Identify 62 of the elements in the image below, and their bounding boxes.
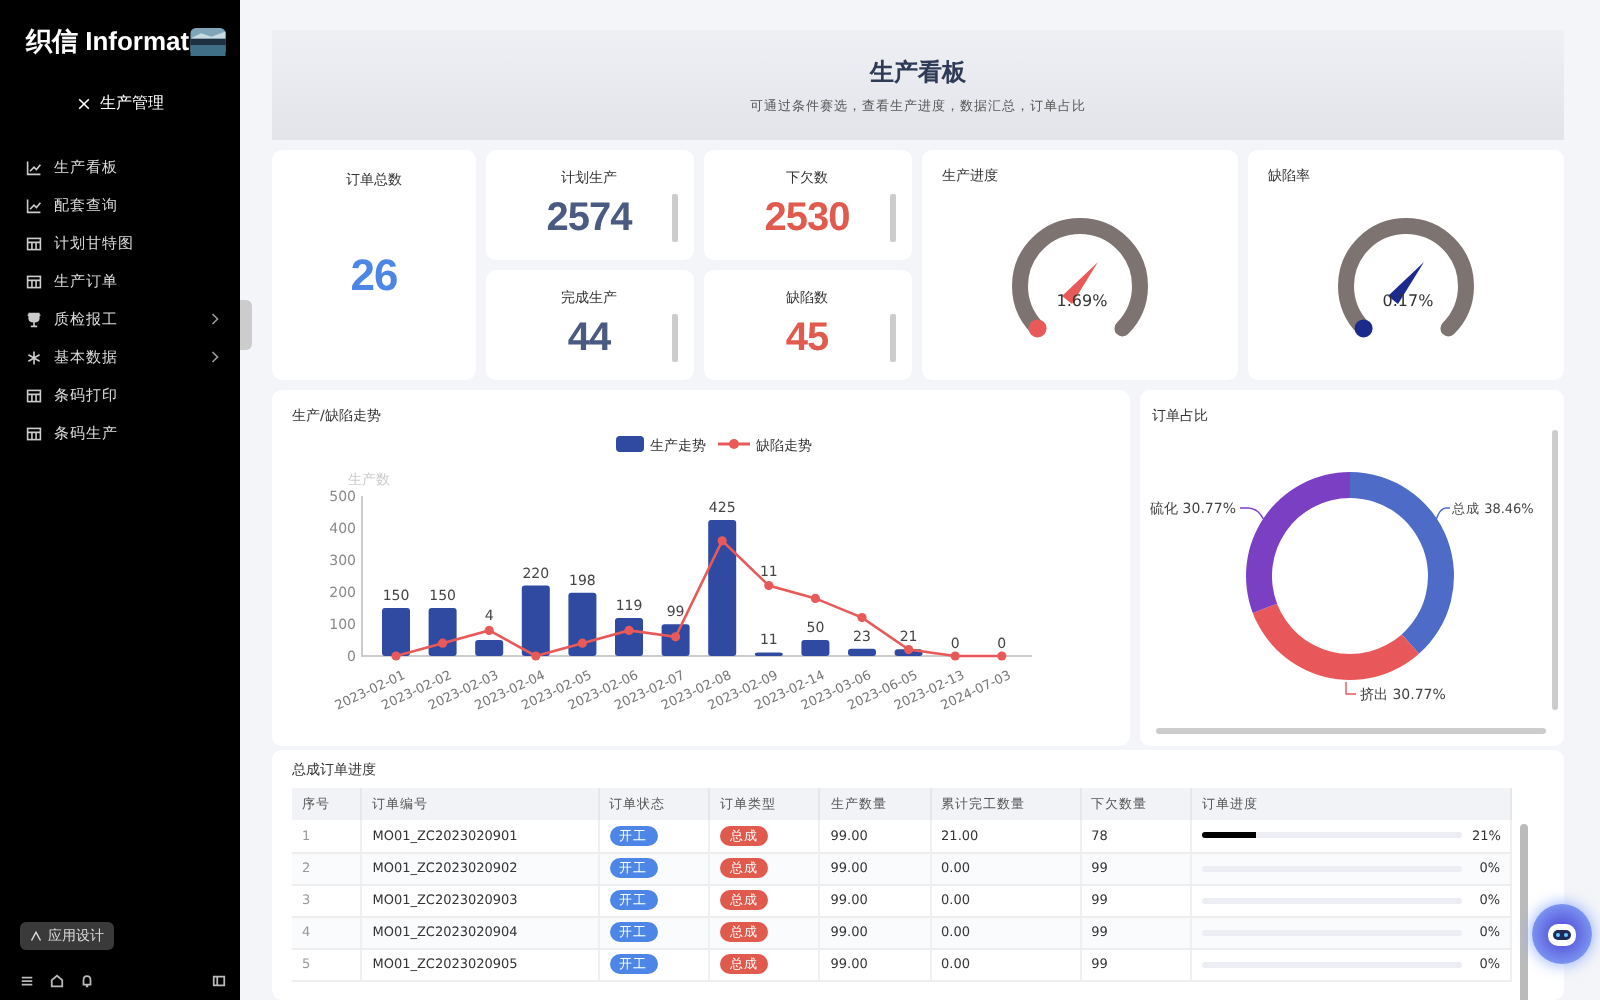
bar	[801, 640, 830, 656]
line-point	[717, 536, 727, 546]
bar	[708, 520, 737, 656]
scrollbar[interactable]	[1520, 824, 1528, 1000]
stat-value: 45	[783, 316, 831, 362]
line-point	[950, 651, 960, 661]
scrollbar[interactable]	[1552, 430, 1558, 710]
gauge-reading: 0.17%	[1382, 291, 1434, 309]
line-point	[484, 625, 494, 635]
table-icon	[26, 235, 42, 251]
bar	[615, 617, 643, 656]
leader-line	[1345, 681, 1357, 695]
leader-line	[1435, 507, 1451, 521]
table-icon	[26, 273, 42, 289]
gauge-reading: 1.69%	[1056, 291, 1108, 309]
stat-value: 2574	[544, 196, 635, 242]
table-icon	[26, 425, 42, 441]
line-point	[624, 625, 634, 635]
brand-logo: 织信 Informat	[26, 24, 190, 60]
line-chart-icon	[26, 159, 42, 175]
line-point	[577, 638, 587, 648]
vertical-bar	[672, 313, 678, 361]
stat-value: 2530	[762, 196, 852, 242]
page-title: 生产看板	[870, 55, 966, 89]
bar	[521, 585, 550, 656]
gauge-start-dot	[1354, 318, 1373, 337]
vertical-bar	[672, 193, 678, 241]
list-icon[interactable]	[20, 974, 34, 988]
line-point	[438, 638, 448, 648]
line-point	[857, 613, 867, 623]
bar	[848, 648, 876, 656]
table-icon	[26, 387, 42, 403]
home-icon[interactable]	[50, 974, 64, 988]
line-chart-icon	[26, 197, 42, 213]
gauge-track	[1338, 217, 1474, 336]
vertical-bar	[890, 193, 896, 241]
caret-up-icon	[30, 930, 42, 942]
bar	[568, 592, 597, 656]
line-point	[671, 632, 681, 642]
bell-icon[interactable]	[80, 974, 94, 988]
leader-line	[1239, 507, 1265, 521]
panel-icon[interactable]	[212, 974, 226, 988]
collapse-handle[interactable]	[240, 300, 252, 350]
vertical-bar	[890, 313, 896, 361]
stat-value: 26	[350, 250, 398, 302]
line-point	[391, 651, 401, 661]
trophy-icon	[26, 311, 42, 327]
line-point	[997, 651, 1007, 661]
bar	[428, 608, 457, 656]
gauge-track	[1012, 217, 1148, 336]
stat-value: 44	[565, 316, 613, 362]
bar	[382, 608, 410, 656]
asterisk-icon	[26, 349, 42, 365]
line-point	[764, 581, 774, 591]
line-point	[531, 651, 541, 661]
bar	[475, 640, 504, 656]
scrollbar[interactable]	[1156, 728, 1546, 734]
tools-icon	[76, 95, 92, 111]
app-title: 生产管理	[100, 92, 164, 114]
gauge-start-dot	[1028, 318, 1047, 337]
line-point	[810, 593, 820, 603]
line-point	[904, 645, 914, 655]
